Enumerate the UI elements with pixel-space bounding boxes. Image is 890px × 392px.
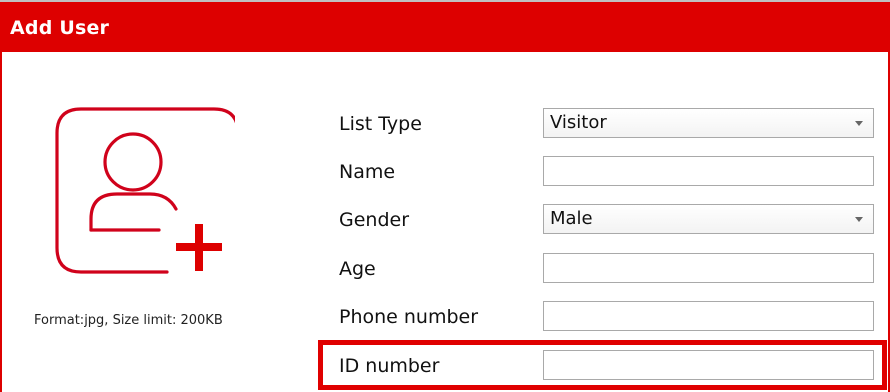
phone-number-input[interactable]	[543, 301, 874, 331]
age-input[interactable]	[543, 253, 874, 283]
id-number-input[interactable]	[543, 350, 874, 380]
list-type-value: Visitor	[550, 112, 607, 133]
chevron-down-icon	[855, 121, 863, 126]
age-label: Age	[339, 258, 376, 280]
dialog-title: Add User	[10, 17, 110, 39]
title-bar: Add User	[0, 0, 890, 52]
add-user-icon	[55, 107, 235, 274]
gender-label: Gender	[339, 209, 410, 231]
photo-upload-area[interactable]	[55, 107, 235, 277]
format-note: Format:jpg, Size limit: 200KB	[34, 313, 223, 328]
gender-select[interactable]: Male	[543, 204, 874, 234]
name-input[interactable]	[543, 156, 874, 186]
phone-number-label: Phone number	[339, 306, 479, 328]
gender-value: Male	[550, 208, 593, 229]
list-type-label: List Type	[339, 113, 422, 135]
list-type-select[interactable]: Visitor	[543, 108, 874, 138]
chevron-down-icon	[855, 217, 863, 222]
id-number-label: ID number	[339, 355, 440, 377]
dialog-border-left	[0, 52, 2, 392]
add-user-dialog: Add User Format:jpg, Size limit: 200KB L…	[0, 0, 890, 392]
name-label: Name	[339, 161, 396, 183]
